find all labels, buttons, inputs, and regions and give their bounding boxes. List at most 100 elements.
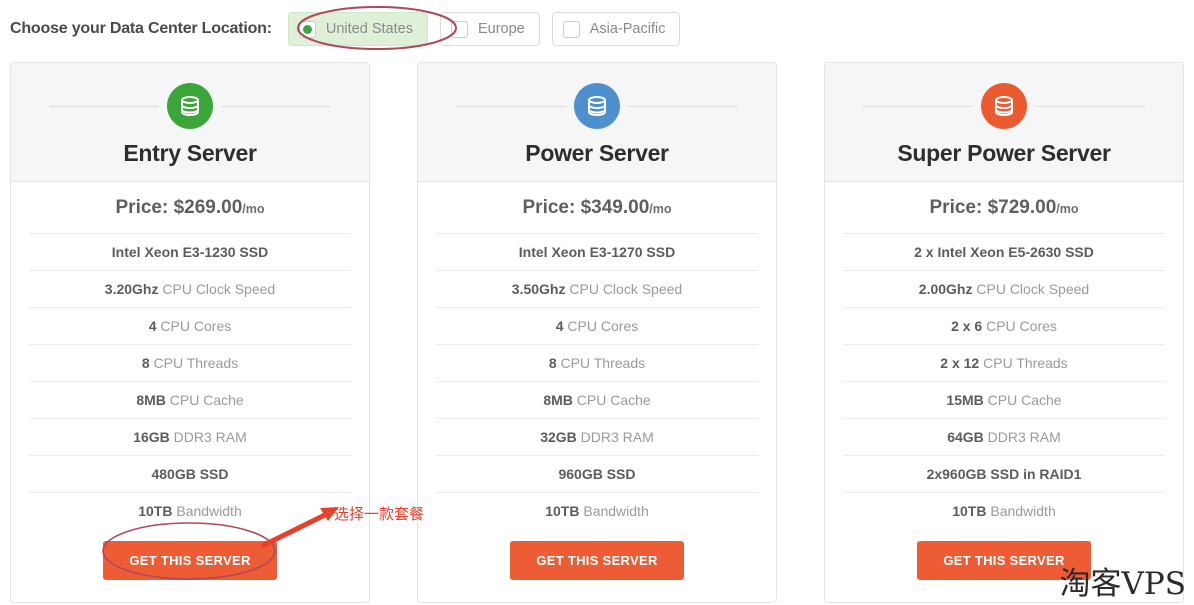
spec-value: 8MB — [136, 392, 166, 408]
plan-card-power-server: Power Server Price: $349.00/mo Intel Xeo… — [417, 62, 777, 603]
spec-value: 3.50Ghz — [511, 281, 566, 297]
plan-icon-row — [25, 83, 355, 129]
plan-cta-wrap: GET THIS SERVER — [29, 529, 351, 602]
spec-value: 32GB — [540, 429, 577, 445]
spec-value: 4 — [148, 318, 157, 334]
plan-spec-row: 960GB SSD — [436, 455, 758, 492]
spec-value: 15MB — [946, 392, 984, 408]
plan-card-header: Super Power Server — [825, 63, 1183, 182]
spec-label: Bandwidth — [579, 503, 649, 519]
annotation-note-text: 选择一款套餐 — [334, 505, 425, 523]
plan-price-amount: Price: $729.00 — [929, 197, 1057, 218]
spec-label: CPU Cores — [156, 318, 232, 334]
location-option-label: Europe — [477, 21, 525, 37]
spec-value: 480GB SSD — [151, 466, 229, 482]
plan-spec-row: 4 CPU Cores — [436, 307, 758, 344]
spec-value: 4 — [555, 318, 564, 334]
location-option-asia-pacific[interactable]: Asia-Pacific — [551, 12, 681, 46]
location-option-united-states[interactable]: United States — [287, 12, 428, 46]
get-this-server-button[interactable]: GET THIS SERVER — [103, 541, 277, 580]
radio-empty-icon[interactable] — [562, 20, 580, 38]
plan-card-body: Price: $269.00/mo Intel Xeon E3-1230 SSD… — [11, 182, 369, 602]
plan-spec-row: 64GB DDR3 RAM — [843, 418, 1165, 455]
location-prompt-label: Choose your Data Center Location: — [10, 20, 272, 37]
radio-filled-icon[interactable] — [298, 20, 316, 38]
plan-spec-row: 8 CPU Threads — [29, 344, 351, 381]
spec-value: 8 — [548, 355, 557, 371]
plan-spec-row: 16GB DDR3 RAM — [29, 418, 351, 455]
location-option-europe[interactable]: Europe — [439, 12, 540, 46]
spec-label: CPU Cache — [165, 392, 244, 408]
location-option-label: Asia-Pacific — [589, 21, 666, 37]
plan-spec-row: 32GB DDR3 RAM — [436, 418, 758, 455]
spec-value: 2 x 12 — [940, 355, 980, 371]
plan-spec-row: Intel Xeon E3-1230 SSD — [29, 233, 351, 270]
location-option-group: United States Europe Asia-Pacific — [287, 12, 681, 46]
site-watermark: 淘客VPS — [1059, 566, 1186, 602]
plan-spec-list: 2 x Intel Xeon E5-2630 SSD 2.00Ghz CPU C… — [843, 233, 1165, 529]
plan-price-period: /mo — [1056, 202, 1079, 216]
spec-value: 64GB — [947, 429, 984, 445]
spec-value: 16GB — [133, 429, 170, 445]
spec-value: 960GB SSD — [558, 466, 636, 482]
plan-name: Entry Server — [123, 140, 257, 166]
spec-value: 8 — [141, 355, 150, 371]
plan-card-entry-server: Entry Server Price: $269.00/mo Intel Xeo… — [10, 62, 370, 603]
spec-value: 2 x Intel Xeon E5-2630 SSD — [914, 244, 1094, 260]
spec-label: CPU Threads — [556, 355, 646, 371]
spec-value: 2x960GB SSD in RAID1 — [926, 466, 1082, 482]
plan-spec-row: 10TB Bandwidth — [843, 492, 1165, 529]
plan-card-body: Price: $729.00/mo 2 x Intel Xeon E5-2630… — [825, 182, 1183, 602]
plan-spec-row: 2 x 6 CPU Cores — [843, 307, 1165, 344]
plan-spec-list: Intel Xeon E3-1230 SSD 3.20Ghz CPU Clock… — [29, 233, 351, 529]
plan-price-amount: Price: $349.00 — [522, 197, 650, 218]
plan-spec-row: 15MB CPU Cache — [843, 381, 1165, 418]
plan-price: Price: $729.00/mo — [843, 182, 1165, 233]
plan-spec-row: 2 x Intel Xeon E5-2630 SSD — [843, 233, 1165, 270]
radio-empty-icon[interactable] — [450, 20, 468, 38]
plan-spec-row: 8MB CPU Cache — [436, 381, 758, 418]
spec-value: 2 x 6 — [951, 318, 983, 334]
plan-card-body: Price: $349.00/mo Intel Xeon E3-1270 SSD… — [418, 182, 776, 602]
plan-spec-row: 2x960GB SSD in RAID1 — [843, 455, 1165, 492]
database-stack-icon — [167, 83, 213, 129]
plan-price-amount: Price: $269.00 — [115, 197, 243, 218]
plan-name: Power Server — [525, 140, 669, 166]
spec-label: CPU Clock Speed — [565, 281, 683, 297]
spec-label: Bandwidth — [172, 503, 242, 519]
spec-label: CPU Cache — [983, 392, 1062, 408]
plan-name: Super Power Server — [897, 140, 1111, 166]
spec-label: CPU Clock Speed — [158, 281, 276, 297]
get-this-server-button[interactable]: GET THIS SERVER — [510, 541, 684, 580]
plan-price-period: /mo — [242, 202, 265, 216]
spec-label: CPU Cores — [982, 318, 1057, 334]
spec-label: CPU Clock Speed — [972, 281, 1090, 297]
plan-spec-row: 2.00Ghz CPU Clock Speed — [843, 270, 1165, 307]
location-option-label: United States — [325, 21, 413, 37]
plan-spec-row: 10TB Bandwidth — [436, 492, 758, 529]
spec-label: DDR3 RAM — [169, 429, 247, 445]
spec-value: 10TB — [545, 503, 580, 519]
spec-value: 8MB — [543, 392, 573, 408]
plan-card-list: Entry Server Price: $269.00/mo Intel Xeo… — [10, 62, 1184, 603]
plan-cta-wrap: GET THIS SERVER — [436, 529, 758, 602]
spec-value: Intel Xeon E3-1270 SSD — [518, 244, 676, 260]
spec-label: CPU Cores — [563, 318, 639, 334]
plan-icon-row — [432, 83, 762, 129]
plan-card-super-power-server: Super Power Server Price: $729.00/mo 2 x… — [824, 62, 1184, 603]
datacenter-location-bar: Choose your Data Center Location: United… — [0, 0, 1194, 58]
plan-spec-row: 480GB SSD — [29, 455, 351, 492]
plan-spec-row: 10TB Bandwidth — [29, 492, 351, 529]
plan-price: Price: $269.00/mo — [29, 182, 351, 233]
spec-label: Bandwidth — [986, 503, 1056, 519]
plan-card-header: Power Server — [418, 63, 776, 182]
plan-price-period: /mo — [649, 202, 672, 216]
spec-value: 3.20Ghz — [104, 281, 159, 297]
plan-spec-row: 8MB CPU Cache — [29, 381, 351, 418]
spec-label: DDR3 RAM — [983, 429, 1061, 445]
plan-card-header: Entry Server — [11, 63, 369, 182]
database-stack-icon — [981, 83, 1027, 129]
plan-spec-row: 4 CPU Cores — [29, 307, 351, 344]
plan-spec-row: 3.20Ghz CPU Clock Speed — [29, 270, 351, 307]
spec-label: CPU Threads — [149, 355, 239, 371]
